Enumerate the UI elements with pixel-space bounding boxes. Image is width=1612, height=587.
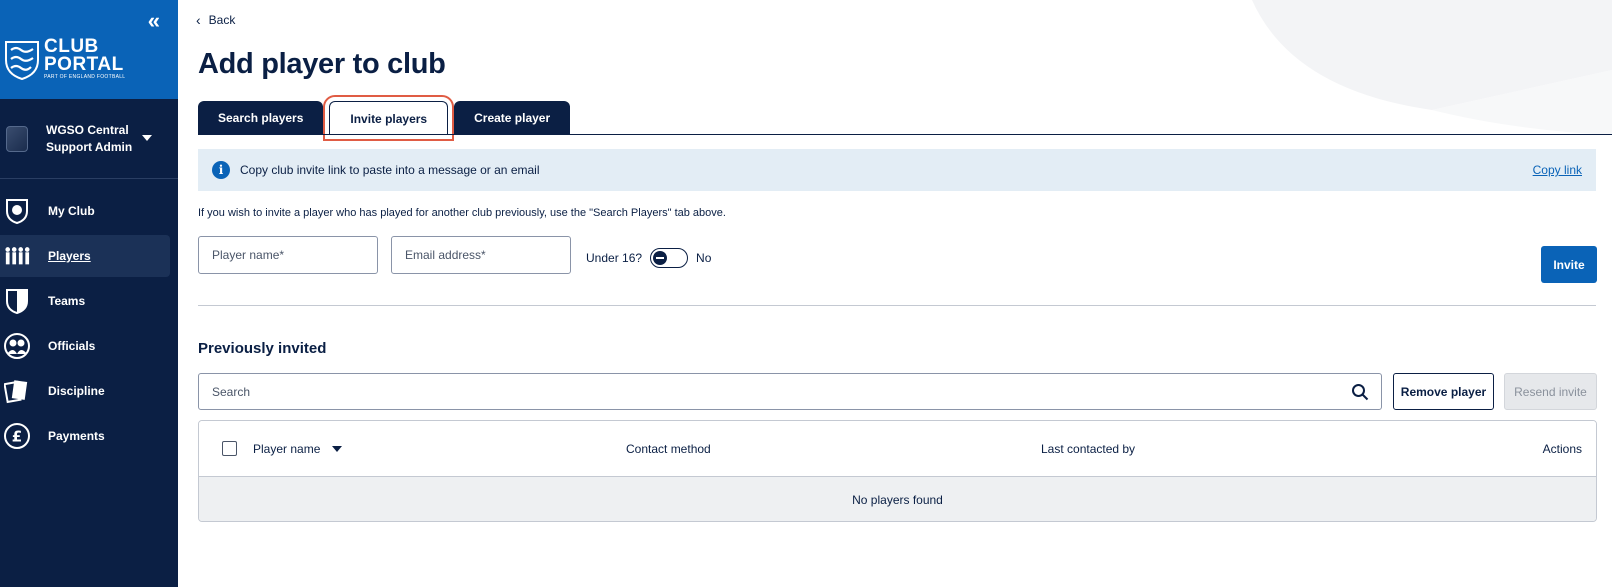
remove-player-button[interactable]: Remove player bbox=[1393, 373, 1494, 410]
info-icon: i bbox=[212, 161, 230, 179]
sidebar-item-officials[interactable]: Officials bbox=[0, 325, 170, 367]
sidebar-item-my-club[interactable]: My Club bbox=[0, 190, 170, 232]
collapse-sidebar-button[interactable]: « bbox=[148, 8, 160, 34]
tab-search-players[interactable]: Search players bbox=[198, 101, 324, 135]
club-portal-logo[interactable]: CLUB PORTAL PART OF ENGLAND FOOTBALL bbox=[4, 37, 126, 81]
logo-tagline: PART OF ENGLAND FOOTBALL bbox=[44, 74, 126, 80]
info-banner-text: Copy club invite link to paste into a me… bbox=[240, 163, 540, 177]
brand-header: « CLUB PORTAL PART OF ENGLAND FOOTBALL bbox=[0, 0, 178, 99]
sidebar-item-label: Payments bbox=[48, 429, 105, 443]
shield-ball-icon bbox=[4, 198, 30, 224]
tab-bar: Search players Invite players Create pla… bbox=[198, 95, 576, 141]
player-name-field[interactable]: Player name* bbox=[198, 236, 378, 274]
section-divider bbox=[198, 305, 1596, 306]
tab-create-player[interactable]: Create player bbox=[454, 101, 571, 135]
under-16-toggle-group: Under 16? No bbox=[586, 248, 711, 268]
column-actions: Actions bbox=[1542, 442, 1582, 456]
info-banner: i Copy club invite link to paste into a … bbox=[198, 149, 1596, 191]
cards-icon bbox=[4, 378, 30, 404]
sidebar-item-players[interactable]: Players bbox=[0, 235, 170, 277]
sidebar-item-label: Teams bbox=[48, 294, 86, 308]
toggle-knob bbox=[653, 251, 668, 265]
sidebar-item-discipline[interactable]: Discipline bbox=[0, 370, 170, 412]
chevron-down-icon[interactable] bbox=[142, 135, 152, 141]
players-group-icon bbox=[4, 243, 30, 269]
account-name-line-1: WGSO Central bbox=[46, 122, 129, 137]
invited-players-table: Player name Contact method Last contacte… bbox=[198, 420, 1597, 522]
sidebar-item-teams[interactable]: Teams bbox=[0, 280, 170, 322]
invite-button[interactable]: Invite bbox=[1541, 246, 1597, 283]
copy-link[interactable]: Copy link bbox=[1533, 163, 1582, 177]
logo-line-2: PORTAL bbox=[44, 54, 124, 75]
shield-icon bbox=[4, 288, 30, 314]
chevron-left-icon: ‹ bbox=[196, 12, 201, 28]
pound-icon: £ bbox=[4, 423, 30, 449]
page-title: Add player to club bbox=[198, 48, 446, 80]
tab-invite-players[interactable]: Invite players bbox=[323, 95, 455, 141]
sidebar-item-label: My Club bbox=[48, 204, 95, 218]
resend-invite-button: Resend invite bbox=[1504, 373, 1597, 410]
sidebar: « CLUB PORTAL PART OF ENGLAND FOOTBALL W… bbox=[0, 0, 178, 587]
main-content: ‹ Back Add player to club Search players… bbox=[178, 0, 1612, 587]
tab-underline bbox=[198, 134, 1612, 135]
search-icon[interactable] bbox=[1351, 383, 1369, 401]
sidebar-item-label: Officials bbox=[48, 339, 96, 353]
sidebar-item-label: Discipline bbox=[48, 384, 105, 398]
column-contact-method: Contact method bbox=[626, 442, 711, 456]
officials-icon bbox=[4, 333, 30, 359]
previously-invited-title: Previously invited bbox=[198, 340, 327, 357]
back-label: Back bbox=[208, 13, 236, 27]
back-link[interactable]: ‹ Back bbox=[196, 12, 235, 28]
sidebar-nav: My Club Players Teams Officials Discipli… bbox=[0, 179, 178, 457]
search-input[interactable]: Search bbox=[198, 373, 1382, 410]
three-lions-crest-icon bbox=[5, 41, 39, 80]
select-all-checkbox[interactable] bbox=[222, 441, 237, 456]
account-avatar bbox=[6, 125, 28, 152]
sidebar-item-payments[interactable]: £ Payments bbox=[0, 415, 170, 457]
search-placeholder: Search bbox=[212, 384, 251, 399]
under-16-value: No bbox=[696, 251, 712, 265]
column-player-name: Player name bbox=[253, 442, 321, 456]
under-16-toggle[interactable] bbox=[650, 248, 689, 268]
empty-state: No players found bbox=[199, 477, 1596, 521]
svg-text:£: £ bbox=[12, 428, 22, 446]
table-header: Player name Contact method Last contacte… bbox=[199, 421, 1596, 477]
invite-hint-text: If you wish to invite a player who has p… bbox=[198, 207, 726, 219]
column-last-contacted-by: Last contacted by bbox=[1041, 442, 1136, 456]
background-decoration bbox=[1252, 0, 1612, 135]
account-name-line-2: Support Admin bbox=[46, 139, 133, 154]
sidebar-item-label: Players bbox=[48, 249, 91, 263]
account-switcher[interactable]: WGSO Central Support Admin bbox=[0, 99, 178, 179]
sort-chevron-down-icon[interactable] bbox=[332, 446, 343, 452]
email-field[interactable]: Email address* bbox=[391, 236, 571, 274]
under-16-label: Under 16? bbox=[586, 251, 643, 265]
